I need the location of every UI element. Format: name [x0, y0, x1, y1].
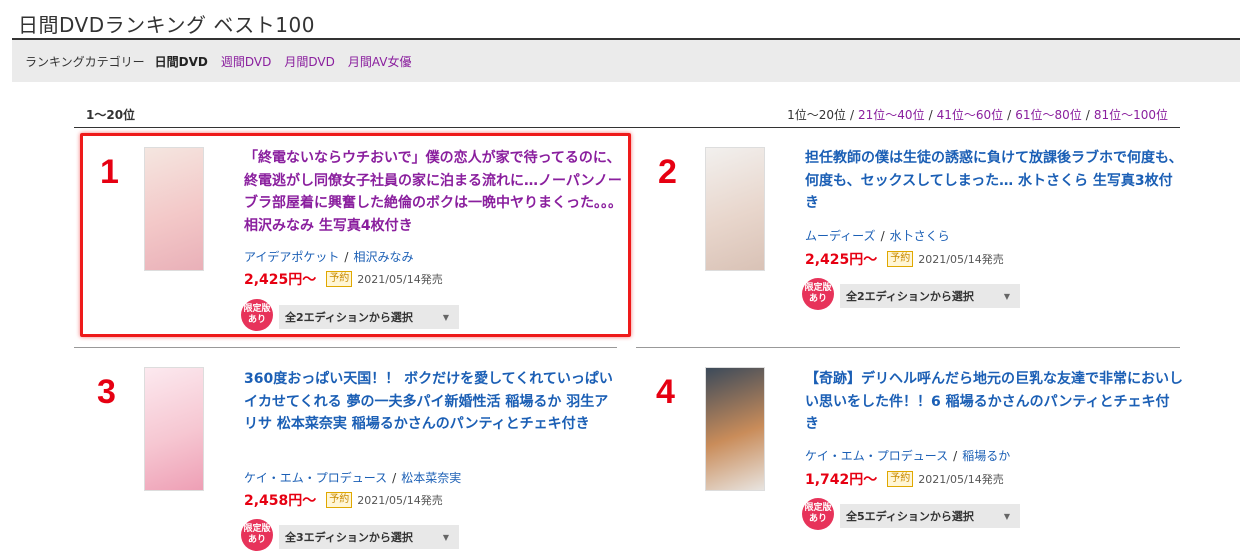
- range-header: 1〜20位 1位〜20位/21位〜40位/41位〜60位/61位〜80位/81位…: [74, 104, 1180, 126]
- release-date: 2021/05/14発売: [357, 494, 443, 507]
- range-link-41-60[interactable]: 41位〜60位: [937, 108, 1004, 122]
- edition-select-label: 全2エディションから選択: [846, 290, 974, 303]
- product-title-link[interactable]: 360度おっぱい天国！！ ボクだけを愛してくれていっぱいイカせてくれる 夢の一夫…: [244, 368, 622, 436]
- preorder-badge: 予約: [887, 471, 914, 487]
- price: 2,458円〜: [244, 493, 317, 509]
- category-monthly-av-actress[interactable]: 月間AV女優: [348, 53, 412, 70]
- row-divider: [74, 347, 617, 348]
- product-meta: ムーディーズ / 水卜さくら: [805, 229, 950, 243]
- caret-down-icon: ▼: [1003, 511, 1010, 521]
- range-current: 1〜20位: [86, 108, 136, 122]
- rank-number: 3: [97, 373, 116, 411]
- release-date: 2021/05/14発売: [918, 473, 1004, 486]
- edition-select-label: 全5エディションから選択: [846, 510, 974, 523]
- maker-link[interactable]: ケイ・エム・プロデュース: [244, 471, 387, 485]
- category-daily-dvd: 日間DVD: [154, 54, 208, 69]
- range-separator: /: [849, 108, 855, 122]
- edition-select[interactable]: 全3エディションから選択 ▼: [279, 525, 459, 549]
- maker-link[interactable]: ムーディーズ: [805, 229, 876, 243]
- range-link-61-80[interactable]: 61位〜80位: [1015, 108, 1082, 122]
- actress-link[interactable]: 稲場るか: [962, 449, 1010, 463]
- range-divider: [74, 127, 1180, 128]
- price: 2,425円〜: [805, 252, 878, 268]
- range-separator: /: [928, 108, 933, 122]
- limited-badge-line2: あり: [247, 535, 266, 545]
- category-weekly-dvd[interactable]: 週間DVD: [221, 53, 271, 70]
- release-date: 2021/05/14発売: [918, 253, 1004, 266]
- product-title-link[interactable]: 【奇跡】デリヘル呼んだら地元の巨乳な友達で非常においしい思いをした件！！6 稲場…: [805, 368, 1183, 436]
- limited-edition-badge: 限定版 あり: [802, 498, 834, 530]
- edition-select[interactable]: 全5エディションから選択 ▼: [840, 504, 1020, 528]
- range-pagination: 1位〜20位/21位〜40位/41位〜60位/61位〜80位/81位〜100位: [787, 106, 1168, 123]
- actress-link[interactable]: 水卜さくら: [890, 229, 950, 243]
- preorder-badge: 予約: [887, 251, 914, 267]
- range-separator: /: [1085, 108, 1090, 122]
- caret-down-icon: ▼: [1003, 291, 1010, 301]
- preorder-badge: 予約: [326, 492, 353, 508]
- price-row: 2,425円〜 予約 2021/05/14発売: [805, 249, 1004, 269]
- product-thumbnail[interactable]: [705, 367, 765, 491]
- edition-select-label: 全3エディションから選択: [285, 531, 413, 544]
- limited-badge-line1: 限定版: [243, 524, 271, 534]
- rank-number: 2: [658, 153, 677, 191]
- ranking-category-bar: ランキングカテゴリー 日間DVD 週間DVD 月間DVD 月間AV女優: [12, 40, 1240, 82]
- maker-link[interactable]: ケイ・エム・プロデュース: [805, 449, 948, 463]
- product-thumbnail[interactable]: [705, 147, 765, 271]
- price-row: 2,458円〜 予約 2021/05/14発売: [244, 490, 443, 510]
- rank-number: 4: [656, 373, 675, 411]
- range-separator: /: [1007, 108, 1012, 122]
- limited-edition-badge: 限定版 あり: [802, 278, 834, 310]
- edition-select[interactable]: 全2エディションから選択 ▼: [840, 284, 1020, 308]
- product-thumbnail[interactable]: [144, 367, 204, 491]
- category-label: ランキングカテゴリー: [25, 54, 145, 69]
- price: 1,742円〜: [805, 472, 878, 488]
- limited-badge-line2: あり: [808, 294, 827, 304]
- limited-badge-line1: 限定版: [804, 503, 832, 513]
- row-divider: [636, 347, 1180, 348]
- actress-link[interactable]: 松本菜奈実: [401, 471, 461, 485]
- price-row: 1,742円〜 予約 2021/05/14発売: [805, 469, 1004, 489]
- category-monthly-dvd[interactable]: 月間DVD: [284, 53, 334, 70]
- product-meta: ケイ・エム・プロデュース / 稲場るか: [805, 449, 1011, 463]
- page-title: 日間DVDランキング ベスト100: [18, 13, 315, 37]
- limited-badge-line2: あり: [808, 514, 827, 524]
- limited-badge-line1: 限定版: [804, 283, 832, 293]
- highlight-annotation-box: [80, 133, 631, 337]
- range-link-1-20: 1位〜20位: [787, 108, 846, 122]
- limited-edition-badge: 限定版 あり: [241, 519, 273, 551]
- caret-down-icon: ▼: [442, 532, 449, 542]
- product-title-link[interactable]: 担任教師の僕は生徒の誘惑に負けて放課後ラブホで何度も、何度も、セックスしてしまっ…: [805, 147, 1183, 215]
- product-meta: ケイ・エム・プロデュース / 松本菜奈実: [244, 471, 462, 485]
- range-link-21-40[interactable]: 21位〜40位: [858, 108, 925, 122]
- range-link-81-100[interactable]: 81位〜100位: [1094, 108, 1168, 122]
